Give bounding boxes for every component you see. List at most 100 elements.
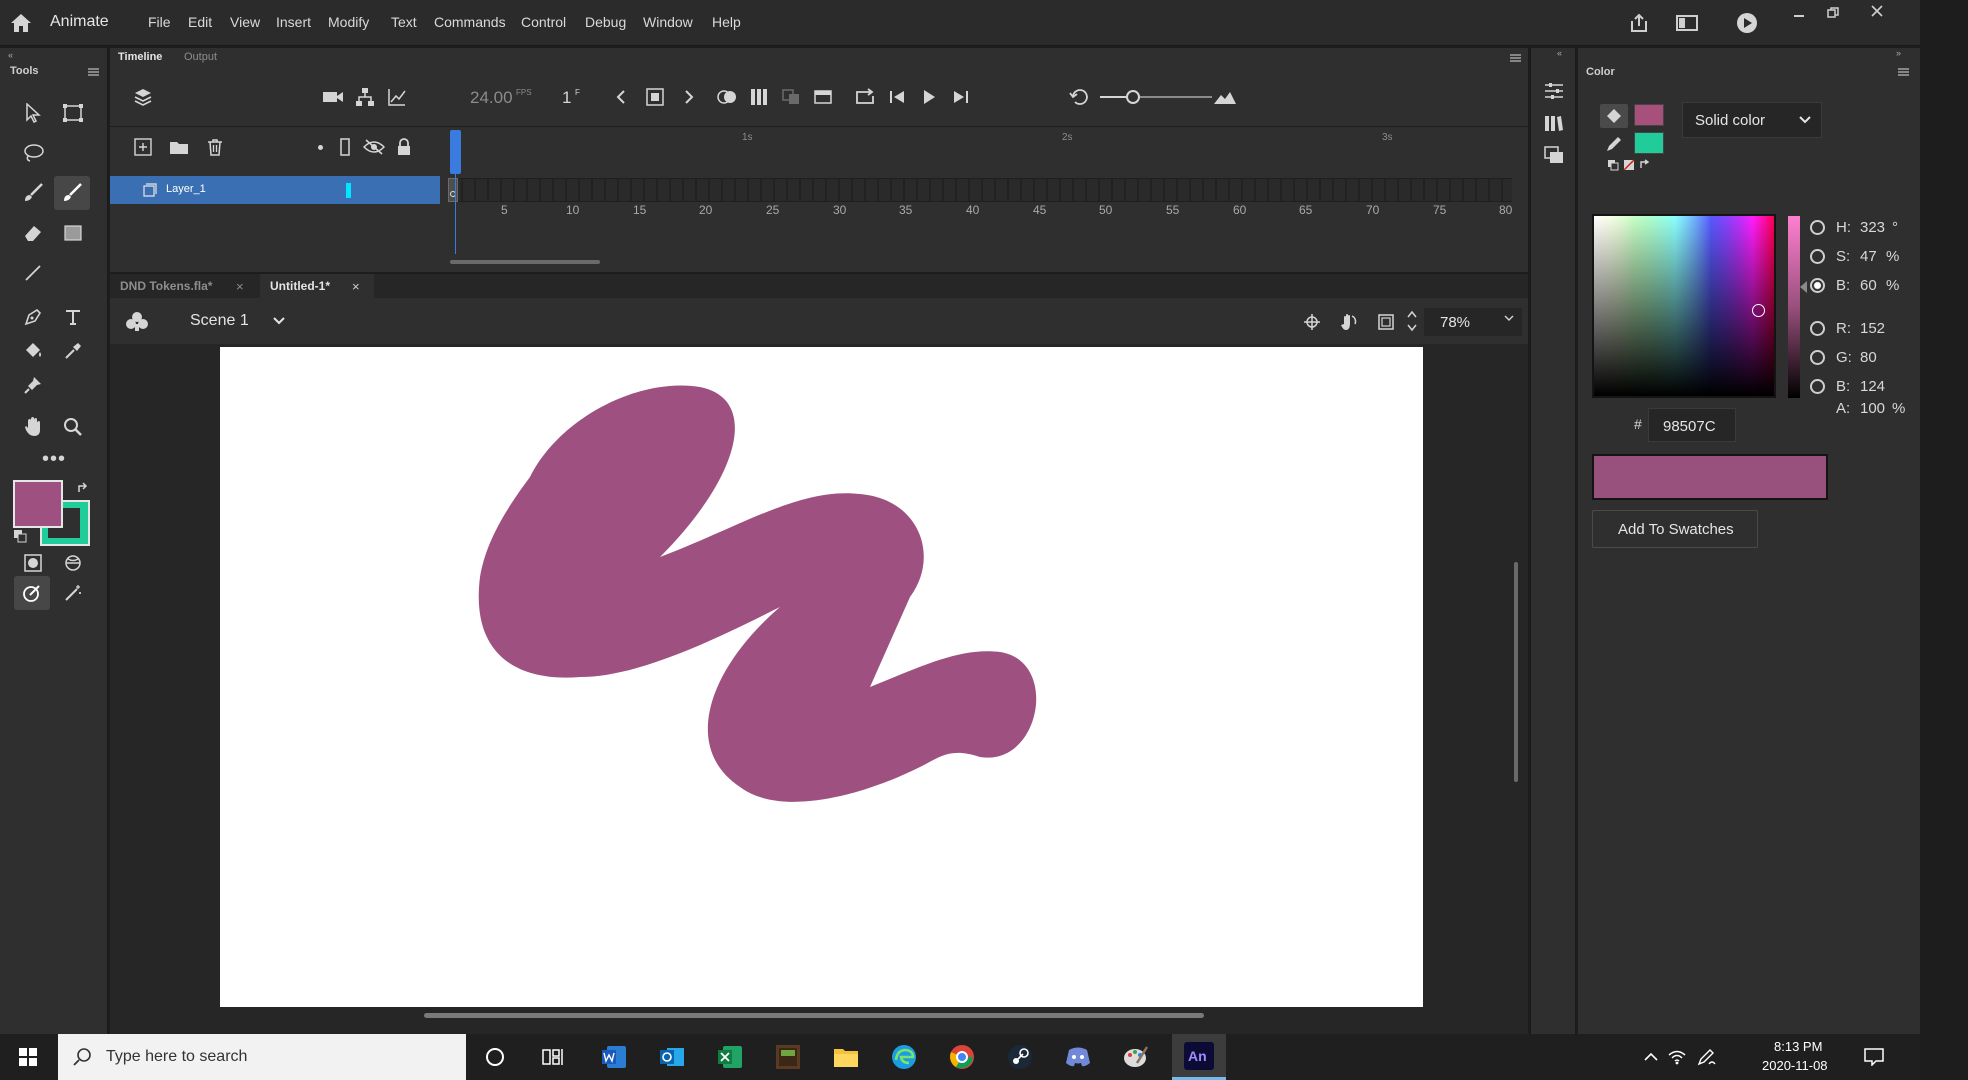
menu-commands[interactable]: Commands bbox=[434, 14, 506, 30]
b-value[interactable]: 60 bbox=[1860, 277, 1877, 294]
pen-tool-icon[interactable] bbox=[18, 302, 48, 332]
fit-timeline-icon[interactable] bbox=[1210, 84, 1240, 110]
taskbar-search-box[interactable]: Type here to search bbox=[58, 1034, 466, 1080]
test-movie-icon[interactable] bbox=[1734, 10, 1760, 36]
camera-icon[interactable] bbox=[320, 84, 346, 110]
scene-dropdown-icon[interactable] bbox=[270, 312, 288, 330]
s-value[interactable]: 47 bbox=[1860, 248, 1877, 265]
rotate-stage-icon[interactable] bbox=[1336, 310, 1360, 334]
brush-stroke-drawing[interactable] bbox=[220, 347, 1423, 1007]
object-drawing-icon[interactable] bbox=[18, 548, 48, 578]
clock-time[interactable]: 8:13 PM bbox=[1774, 1039, 1822, 1054]
h-radio[interactable] bbox=[1810, 220, 1825, 235]
hex-input[interactable]: 98507C bbox=[1648, 408, 1736, 442]
doc-tab-untitled[interactable]: Untitled-1* × bbox=[260, 274, 374, 298]
tools-collapse-icon[interactable]: « bbox=[8, 50, 13, 60]
blue-value[interactable]: 124 bbox=[1860, 378, 1885, 395]
task-view-icon[interactable] bbox=[538, 1042, 568, 1072]
chrome-browser-icon[interactable] bbox=[946, 1042, 978, 1072]
edit-multiple-frames-icon[interactable] bbox=[746, 84, 772, 110]
stage-horizontal-scrollbar[interactable] bbox=[424, 1013, 1204, 1018]
create-tween-icon[interactable] bbox=[778, 84, 804, 110]
blue-radio[interactable] bbox=[1810, 379, 1825, 394]
timeline-menu-icon[interactable] bbox=[1510, 54, 1521, 62]
add-to-swatches-button[interactable]: Add To Swatches bbox=[1592, 510, 1758, 548]
menu-modify[interactable]: Modify bbox=[328, 14, 369, 30]
alpha-value[interactable]: 100 bbox=[1860, 400, 1885, 417]
menu-edit[interactable]: Edit bbox=[188, 14, 212, 30]
step-forward-icon[interactable] bbox=[948, 84, 974, 110]
menu-control[interactable]: Control bbox=[521, 14, 566, 30]
menu-window[interactable]: Window bbox=[643, 14, 693, 30]
clock-date[interactable]: 2020-11-08 bbox=[1762, 1058, 1828, 1073]
color-panel-expand-icon[interactable]: » bbox=[1896, 48, 1901, 58]
zoom-dropdown-icon[interactable] bbox=[1504, 314, 1514, 322]
lasso-tool-icon[interactable] bbox=[18, 138, 48, 168]
output-tab[interactable]: Output bbox=[184, 51, 217, 63]
restore-icon[interactable] bbox=[1822, 4, 1844, 22]
outlook-app-icon[interactable] bbox=[656, 1042, 688, 1072]
swap-fill-stroke-icon[interactable] bbox=[1638, 158, 1652, 172]
menu-file[interactable]: File bbox=[148, 14, 171, 30]
color-panel-menu-icon[interactable] bbox=[1898, 68, 1909, 76]
fill-pencil-icon[interactable] bbox=[1600, 132, 1628, 156]
playhead[interactable] bbox=[450, 130, 461, 174]
fps-value[interactable]: 24.00 bbox=[470, 88, 513, 108]
brush-stroke[interactable] bbox=[478, 385, 1037, 802]
black-white-icon[interactable] bbox=[1606, 158, 1620, 172]
network-icon[interactable] bbox=[1666, 1046, 1688, 1068]
g-radio[interactable] bbox=[1810, 350, 1825, 365]
stroke-color-chip[interactable] bbox=[1634, 104, 1664, 126]
g-value[interactable]: 80 bbox=[1860, 349, 1877, 366]
tools-menu-icon[interactable] bbox=[88, 68, 99, 76]
close-tab-icon[interactable]: × bbox=[236, 279, 244, 294]
insert-frame-icon[interactable] bbox=[810, 84, 836, 110]
color-picker-cursor[interactable] bbox=[1752, 304, 1765, 317]
excel-app-icon[interactable] bbox=[714, 1042, 746, 1072]
fit-stage-icon[interactable] bbox=[1374, 310, 1398, 334]
brightness-slider-handle[interactable] bbox=[1800, 281, 1807, 293]
stage-canvas[interactable] bbox=[220, 347, 1423, 1007]
word-app-icon[interactable] bbox=[598, 1042, 630, 1072]
stroke-color-swatch[interactable] bbox=[13, 480, 63, 528]
default-colors-icon[interactable] bbox=[12, 528, 28, 544]
layer-name[interactable]: Layer_1 bbox=[166, 183, 206, 195]
edge-browser-icon[interactable] bbox=[888, 1042, 920, 1072]
eyedropper-tool-icon[interactable] bbox=[58, 336, 88, 366]
swap-colors-icon[interactable] bbox=[74, 480, 92, 498]
discord-app-icon[interactable] bbox=[1062, 1042, 1094, 1072]
menu-debug[interactable]: Debug bbox=[585, 14, 626, 30]
new-layer-icon[interactable] bbox=[132, 136, 154, 158]
hide-layers-icon[interactable] bbox=[362, 136, 386, 158]
edit-scene-icon[interactable] bbox=[124, 308, 150, 334]
assets-panel-icon[interactable] bbox=[1541, 142, 1567, 168]
new-folder-icon[interactable] bbox=[168, 136, 190, 158]
minecraft-app-icon[interactable] bbox=[772, 1042, 804, 1072]
text-tool-icon[interactable] bbox=[58, 302, 88, 332]
cortana-icon[interactable] bbox=[480, 1042, 510, 1072]
brush-shape-icon[interactable] bbox=[58, 548, 88, 578]
zoom-tool-icon[interactable] bbox=[58, 412, 88, 442]
pin-tool-icon[interactable] bbox=[18, 370, 48, 400]
graph-icon[interactable] bbox=[384, 84, 410, 110]
delete-layer-icon[interactable] bbox=[204, 136, 226, 158]
snap-icon[interactable] bbox=[1300, 310, 1324, 334]
frame-cells[interactable] bbox=[450, 178, 1512, 202]
selection-tool-icon[interactable] bbox=[18, 98, 48, 128]
stage-vertical-scrollbar[interactable] bbox=[1514, 562, 1518, 782]
s-radio[interactable] bbox=[1810, 249, 1825, 264]
share-icon[interactable] bbox=[1626, 10, 1652, 36]
doc-tab-dnd[interactable]: DND Tokens.fla* × bbox=[110, 274, 260, 298]
frame-value[interactable]: 1 bbox=[562, 88, 571, 108]
onion-skin-icon[interactable] bbox=[714, 84, 740, 110]
scene-name[interactable]: Scene 1 bbox=[190, 312, 249, 330]
properties-panel-icon[interactable] bbox=[1541, 78, 1567, 104]
workspace-icon[interactable] bbox=[1674, 10, 1700, 36]
file-explorer-icon[interactable] bbox=[830, 1042, 862, 1072]
pen-input-icon[interactable] bbox=[1696, 1046, 1718, 1068]
hand-tool-icon[interactable] bbox=[18, 412, 48, 442]
zoom-field[interactable]: 78% bbox=[1424, 308, 1522, 336]
timeline-zoom-thumb[interactable] bbox=[1126, 90, 1140, 104]
layer-row[interactable]: Layer_1 bbox=[110, 176, 440, 204]
fill-type-dropdown[interactable]: Solid color bbox=[1682, 102, 1822, 138]
